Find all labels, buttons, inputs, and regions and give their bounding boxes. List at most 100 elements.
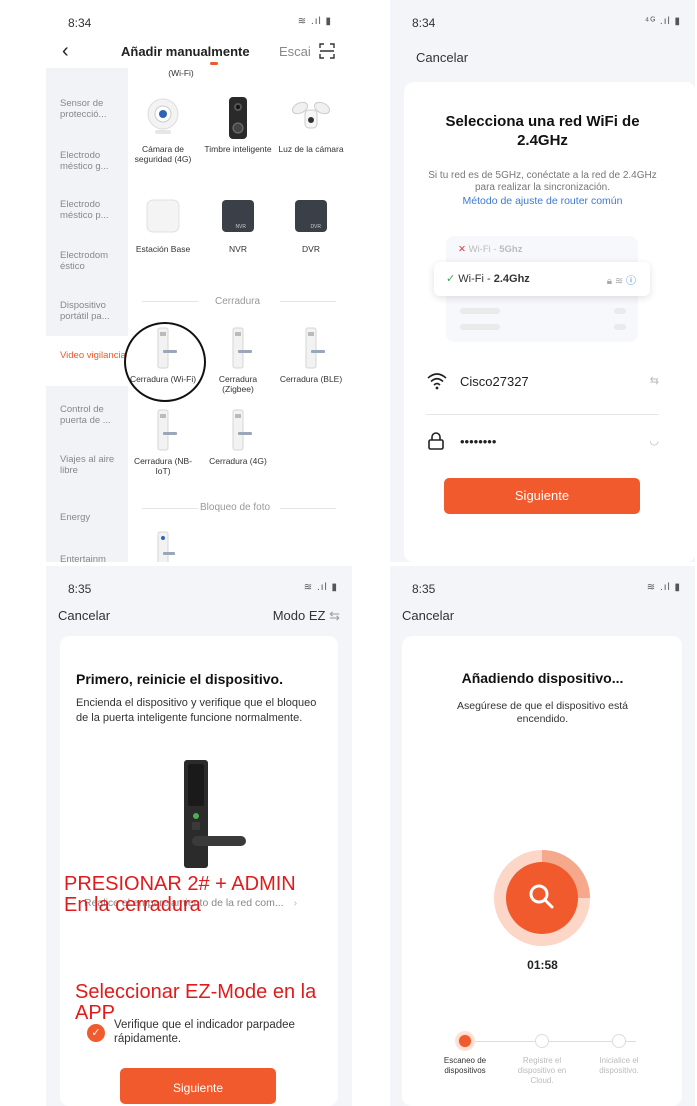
device-label: DVR	[302, 244, 320, 254]
wifi-5g-prefix: Wi-Fi -	[468, 244, 500, 255]
wifi-icon	[427, 373, 447, 390]
photo-lock-icon	[143, 530, 183, 562]
placeholder-bar	[614, 308, 626, 314]
device-photo-lock[interactable]	[128, 530, 198, 562]
sidebar-item-door-control[interactable]: Control de puerta de ...	[46, 394, 128, 444]
router-method-link[interactable]: Método de ajuste de router común	[390, 195, 695, 207]
status-time: 8:34	[412, 16, 436, 30]
placeholder-bar	[460, 324, 500, 330]
device-label: Luz de la cámara	[278, 144, 344, 154]
adding-device-screen: 8:35 ≋ .ıl ▮ Cancelar Añadiendo disposit…	[390, 566, 695, 1106]
wifi-24g-prefix: Wi-Fi -	[458, 273, 494, 285]
next-button[interactable]: Siguiente	[444, 478, 640, 514]
search-progress-icon	[494, 850, 590, 946]
category-sidebar: Sensor de protecció... Electrodo méstico…	[46, 68, 128, 562]
next-button[interactable]: Siguiente	[120, 1068, 276, 1104]
dvr-icon: DVR	[291, 196, 331, 240]
step-initialize: Inicialice el dispositivo.	[584, 1034, 654, 1076]
sidebar-item-appliance-g[interactable]: Electrodo méstico g...	[46, 140, 128, 190]
device-base-station[interactable]: Estación Base	[128, 196, 198, 254]
status-bar: 8:34 ≋ .ıl ▮	[46, 0, 346, 38]
signal-icon: ≋ .ıl ▮	[646, 582, 681, 593]
reset-device-screen: 8:35 ≋ .ıl ▮ Cancelar Modo EZ ⇆ Primero,…	[46, 566, 352, 1106]
screenshot-collage: 8:34 ≋ .ıl ▮ ‹ Añadir manualmente Escai …	[0, 0, 697, 1106]
sidebar-item-entertainment[interactable]: Entertainm	[46, 544, 128, 562]
scan-icon[interactable]	[319, 43, 335, 59]
step-register: Registre el dispositivo en Cloud.	[507, 1034, 577, 1086]
status-bar: 8:34 ⁴ᴳ .ıl ▮	[390, 0, 695, 38]
nvr-icon: NVR	[218, 196, 258, 240]
device-nvr[interactable]: NVR NVR	[203, 196, 273, 254]
sidebar-item-appliance[interactable]: Electrodom éstico	[46, 240, 128, 290]
step-label: Inicialice el dispositivo.	[599, 1056, 639, 1075]
eye-icon[interactable]: ◡	[649, 434, 659, 447]
wifi-select-screen: 8:34 ⁴ᴳ .ıl ▮ Cancelar Selecciona una re…	[390, 0, 695, 562]
check-icon: ✓	[87, 1024, 105, 1042]
sidebar-item-portable[interactable]: Dispositivo portátil pa...	[46, 290, 128, 340]
device-lock-zigbee[interactable]: Cerradura (Zigbee)	[203, 326, 273, 394]
device-lock-ble[interactable]: Cerradura (BLE)	[276, 326, 346, 384]
annotation-press: PRESIONAR 2# + ADMIN En la cerradura	[64, 874, 296, 916]
status-bar: 8:35 ≋ .ıl ▮	[46, 566, 352, 604]
device-dvr[interactable]: DVR DVR	[276, 196, 346, 254]
device-lock-nbiot[interactable]: Cerradura (NB-IoT)	[128, 408, 198, 476]
title-underline	[210, 62, 218, 65]
page-title: Añadir manualmente	[121, 44, 250, 59]
placeholder-bar	[460, 308, 500, 314]
device-label: Cerradura (Zigbee)	[218, 374, 258, 394]
floodlight-icon	[291, 96, 331, 140]
highlight-circle	[124, 322, 206, 402]
sidebar-item-outdoor[interactable]: Viajes al aire libre	[46, 444, 128, 494]
password-field[interactable]: •••••••• ◡	[426, 422, 659, 462]
device-camera-light[interactable]: Luz de la cámara	[276, 96, 346, 154]
divider-line	[142, 508, 198, 509]
ssid-value: Cisco27327	[460, 374, 529, 389]
ez-mode-toggle[interactable]: Modo EZ ⇆	[273, 608, 340, 624]
sidebar-item-sensor[interactable]: Sensor de protecció...	[46, 88, 128, 138]
status-time: 8:35	[68, 582, 92, 596]
divider-line	[280, 508, 336, 509]
swap-icon: ⇆	[329, 608, 340, 623]
step-dot	[612, 1034, 626, 1048]
cancel-button[interactable]: Cancelar	[416, 50, 468, 65]
device-label: Timbre inteligente	[204, 144, 272, 154]
ssid-field[interactable]: Cisco27327 ⇆	[426, 362, 659, 402]
countdown-timer: 01:58	[527, 958, 558, 972]
password-value: ••••••••	[460, 434, 497, 449]
wifi-5g-row: ✕ Wi-Fi - 5Ghz	[458, 244, 522, 255]
step-dot	[535, 1034, 549, 1048]
swap-icon[interactable]: ⇆	[650, 374, 659, 387]
verify-checkbox[interactable]: ✓ Verifique que el indicador parpadee rá…	[87, 1018, 352, 1046]
sidebar-item-appliance-p[interactable]: Electrodo méstico p...	[46, 189, 128, 239]
device-label: Cerradura (4G)	[209, 456, 267, 466]
signal-icon: ≋ .ıl ▮	[303, 582, 338, 593]
step-label: Registre el dispositivo en Cloud.	[517, 1056, 567, 1085]
camera-icon	[143, 96, 183, 140]
device-doorbell[interactable]: Timbre inteligente	[203, 96, 273, 154]
status-time: 8:35	[412, 582, 436, 596]
adding-description: Asegúrese de que el dispositivo está enc…	[456, 700, 629, 725]
sidebar-item-video[interactable]: Video vigilancia	[46, 336, 128, 386]
wifi-5g-label: 5Ghz	[499, 244, 523, 255]
device-security-camera[interactable]: Cámara de seguridad (4G)	[128, 96, 198, 164]
reset-description: Encienda el dispositivo y verifique que …	[76, 697, 317, 724]
back-icon[interactable]: ‹	[62, 40, 69, 63]
device-label: Estación Base	[135, 244, 191, 254]
step-label: Escaneo de dispositivos	[443, 1056, 487, 1075]
lock-icon	[218, 408, 258, 452]
verify-text: Verifique que el indicador parpadee rápi…	[114, 1019, 295, 1045]
status-time: 8:34	[68, 16, 92, 30]
field-divider	[426, 414, 659, 415]
cancel-button[interactable]: Cancelar	[58, 608, 110, 623]
scan-tab[interactable]: Escai	[279, 44, 311, 59]
cancel-button[interactable]: Cancelar	[402, 608, 454, 623]
wifi-24g-label: 2.4Ghz	[493, 273, 530, 285]
header: ‹ Añadir manualmente Escai	[46, 38, 346, 68]
divider-line	[280, 301, 336, 302]
step-dot	[458, 1034, 472, 1048]
signal-icon: ≋ .ıl ▮	[297, 16, 332, 27]
cross-icon: ✕	[458, 244, 466, 255]
device-lock-4g[interactable]: Cerradura (4G)	[203, 408, 273, 466]
device-label: Cámara de seguridad (4G)	[134, 144, 192, 164]
smart-lock-image	[184, 760, 246, 868]
